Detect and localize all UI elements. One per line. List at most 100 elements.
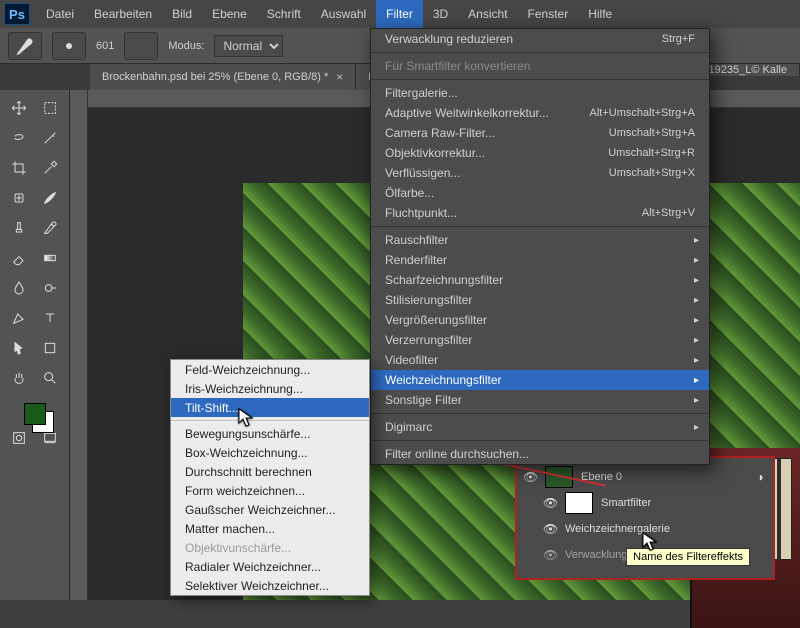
blend-mode-select[interactable]: Normal bbox=[214, 35, 283, 57]
doc-tab-0[interactable]: Brockenbahn.psd bei 25% (Ebene 0, RGB/8)… bbox=[90, 64, 356, 90]
filter-adaptive-wide[interactable]: Adaptive Weitwinkelkorrektur...Alt+Umsch… bbox=[371, 103, 709, 123]
filter-smartconvert[interactable]: Für Smartfilter konvertieren bbox=[371, 56, 709, 76]
visibility-icon[interactable]: 👁 bbox=[543, 496, 557, 510]
filter-video[interactable]: Videofilter bbox=[371, 350, 709, 370]
move-tool[interactable] bbox=[4, 94, 34, 122]
menu-filter[interactable]: Filter bbox=[376, 0, 423, 28]
filter-last-kb: Strg+F bbox=[662, 33, 695, 45]
shape-tool[interactable] bbox=[36, 334, 66, 362]
filter-last[interactable]: Verwacklung reduzieren Strg+F bbox=[371, 29, 709, 49]
item-kb: Umschalt+Strg+R bbox=[608, 147, 695, 159]
menu-fenster[interactable]: Fenster bbox=[518, 0, 579, 28]
filter-other[interactable]: Sonstige Filter bbox=[371, 390, 709, 410]
zoom-tool[interactable] bbox=[36, 364, 66, 392]
eyedropper-tool[interactable] bbox=[36, 154, 66, 182]
item-label: Scharfzeichnungsfilter bbox=[385, 273, 503, 287]
color-swatches[interactable] bbox=[4, 394, 65, 434]
tool-preset-icon[interactable] bbox=[8, 32, 42, 60]
sub-tilt-shift[interactable]: Tilt-Shift... bbox=[171, 398, 369, 417]
menu-ebene[interactable]: Ebene bbox=[202, 0, 257, 28]
item-label: Verflüssigen... bbox=[385, 166, 460, 180]
item-label: Filtergalerie... bbox=[385, 86, 458, 100]
sub-box-blur[interactable]: Box-Weichzeichnung... bbox=[171, 443, 369, 462]
filter-zoom[interactable]: Vergrößerungsfilter bbox=[371, 310, 709, 330]
magic-wand-tool[interactable] bbox=[36, 124, 66, 152]
item-label: Videofilter bbox=[385, 353, 438, 367]
filter-camera-raw[interactable]: Camera Raw-Filter...Umschalt+Strg+A bbox=[371, 123, 709, 143]
filter-smartconvert-label: Für Smartfilter konvertieren bbox=[385, 59, 530, 73]
pen-tool[interactable] bbox=[4, 304, 34, 332]
menu-datei[interactable]: Datei bbox=[36, 0, 84, 28]
filter-vanishing[interactable]: Fluchtpunkt... Alt+Strg+V bbox=[371, 203, 709, 223]
item-label: Weichzeichnungsfilter bbox=[385, 373, 502, 387]
menu-3d[interactable]: 3D bbox=[423, 0, 458, 28]
brush-size-readout: 601 bbox=[96, 40, 114, 52]
filter-liquify[interactable]: Verflüssigen... Umschalt+Strg+X bbox=[371, 163, 709, 183]
submenu-separator bbox=[171, 420, 369, 421]
healing-tool[interactable] bbox=[4, 184, 34, 212]
gradient-tool[interactable] bbox=[36, 244, 66, 272]
item-label: Fluchtpunkt... bbox=[385, 206, 457, 220]
marquee-tool[interactable] bbox=[36, 94, 66, 122]
filter-distort[interactable]: Verzerrungsfilter bbox=[371, 330, 709, 350]
filter-blur[interactable]: Weichzeichnungsfilter bbox=[371, 370, 709, 390]
sub-average[interactable]: Durchschnitt berechnen bbox=[171, 462, 369, 481]
visibility-icon[interactable]: 👁 bbox=[543, 548, 557, 562]
menubar: Ps Datei Bearbeiten Bild Ebene Schrift A… bbox=[0, 0, 800, 28]
sub-motion-blur[interactable]: Bewegungsunschärfe... bbox=[171, 424, 369, 443]
fg-color-swatch[interactable] bbox=[24, 403, 46, 425]
menu-schrift[interactable]: Schrift bbox=[257, 0, 311, 28]
menu-ansicht[interactable]: Ansicht bbox=[458, 0, 517, 28]
filter-gallery[interactable]: Filtergalerie... bbox=[371, 83, 709, 103]
sub-smart-blur[interactable]: Selektiver Weichzeichner... bbox=[171, 576, 369, 595]
item-label: Vergrößerungsfilter bbox=[385, 313, 487, 327]
item-label: Digimarc bbox=[385, 420, 432, 434]
item-kb: Umschalt+Strg+X bbox=[609, 167, 695, 179]
doc-tab-0-title: Brockenbahn.psd bei 25% (Ebene 0, RGB/8)… bbox=[102, 71, 328, 83]
filter-sharpen[interactable]: Scharfzeichnungsfilter bbox=[371, 270, 709, 290]
menu-separator bbox=[371, 79, 709, 80]
menu-bild[interactable]: Bild bbox=[162, 0, 202, 28]
filter-stylize[interactable]: Stilisierungsfilter bbox=[371, 290, 709, 310]
filter-menu-dropdown: Verwacklung reduzieren Strg+F Für Smartf… bbox=[370, 28, 710, 465]
filter-oilpaint[interactable]: Ölfarbe... bbox=[371, 183, 709, 203]
brush-preset-picker[interactable] bbox=[52, 32, 86, 60]
menu-bearbeiten[interactable]: Bearbeiten bbox=[84, 0, 162, 28]
history-brush-tool[interactable] bbox=[36, 214, 66, 242]
sub-gaussian-blur[interactable]: Gaußscher Weichzeichner... bbox=[171, 500, 369, 519]
filter-browse-online[interactable]: Filter online durchsuchen... bbox=[371, 444, 709, 464]
sub-lens-blur[interactable]: Objektivunschärfe... bbox=[171, 538, 369, 557]
app-logo: Ps bbox=[4, 3, 30, 25]
sub-shape-blur[interactable]: Form weichzeichnen... bbox=[171, 481, 369, 500]
blur-submenu: Feld-Weichzeichnung... Iris-Weichzeichnu… bbox=[170, 359, 370, 596]
brush-tool[interactable] bbox=[36, 184, 66, 212]
filter-noise[interactable]: Rauschfilter bbox=[371, 230, 709, 250]
filter-digimarc[interactable]: Digimarc bbox=[371, 417, 709, 437]
close-icon[interactable]: × bbox=[336, 70, 343, 84]
hand-tool[interactable] bbox=[4, 364, 34, 392]
sub-field-blur[interactable]: Feld-Weichzeichnung... bbox=[171, 360, 369, 379]
sub-blur-more[interactable]: Matter machen... bbox=[171, 519, 369, 538]
stamp-tool[interactable] bbox=[4, 214, 34, 242]
sub-iris-blur[interactable]: Iris-Weichzeichnung... bbox=[171, 379, 369, 398]
filter-lens-correction[interactable]: Objektivkorrektur...Umschalt+Strg+R bbox=[371, 143, 709, 163]
filter-render[interactable]: Renderfilter bbox=[371, 250, 709, 270]
layer-row-blurgallery[interactable]: 👁 Weichzeichnergalerie bbox=[543, 516, 767, 542]
blur-tool[interactable] bbox=[4, 274, 34, 302]
filter-effect-name: Weichzeichnergalerie bbox=[565, 523, 670, 535]
menu-auswahl[interactable]: Auswahl bbox=[311, 0, 376, 28]
type-tool[interactable] bbox=[36, 304, 66, 332]
path-select-tool[interactable] bbox=[4, 334, 34, 362]
layer-row-smartfilters[interactable]: 👁 Smartfilter bbox=[543, 490, 767, 516]
brush-panel-toggle-icon[interactable] bbox=[124, 32, 158, 60]
menu-hilfe[interactable]: Hilfe bbox=[578, 0, 622, 28]
item-label: Sonstige Filter bbox=[385, 393, 462, 407]
sub-radial-blur[interactable]: Radialer Weichzeichner... bbox=[171, 557, 369, 576]
crop-tool[interactable] bbox=[4, 154, 34, 182]
eraser-tool[interactable] bbox=[4, 244, 34, 272]
visibility-icon[interactable]: 👁 bbox=[523, 470, 537, 484]
lasso-tool[interactable] bbox=[4, 124, 34, 152]
item-kb: Alt+Strg+V bbox=[642, 207, 695, 219]
dodge-tool[interactable] bbox=[36, 274, 66, 302]
visibility-icon[interactable]: 👁 bbox=[543, 522, 557, 536]
